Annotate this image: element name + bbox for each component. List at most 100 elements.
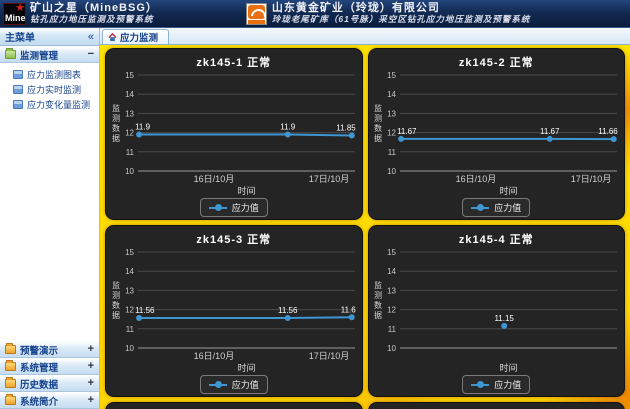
sidebar-section-history-data[interactable]: 历史数据 + <box>0 375 99 392</box>
section-label: 历史数据 <box>20 377 84 391</box>
svg-text:监: 监 <box>374 103 382 113</box>
svg-text:11.67: 11.67 <box>397 127 417 136</box>
company-logo-icon <box>246 3 267 25</box>
svg-text:16日/10月: 16日/10月 <box>193 351 234 361</box>
svg-text:据: 据 <box>112 133 120 143</box>
svg-text:测: 测 <box>374 291 382 300</box>
table-icon <box>13 85 23 94</box>
sidebar-section-system-intro[interactable]: 系统简介 + <box>0 392 99 409</box>
tab-label: 应力监测 <box>120 30 158 44</box>
svg-text:15: 15 <box>125 71 134 80</box>
company-subtitle: 玲珑老尾矿库（61号脉）采空区钻孔应力地压监测及预警系统 <box>272 15 530 25</box>
legend-marker-icon <box>471 204 489 211</box>
sidebar: 主菜单 « 监测管理 − 应力监测图表 应力实时监测 应力变化量监测 <box>0 28 100 409</box>
collapse-minus-button[interactable]: − <box>88 50 94 59</box>
chart-panel-zk145-1: zk145-1 正常 151413121110监测数据16日/10月17日/10… <box>105 48 363 220</box>
svg-text:13: 13 <box>125 109 134 118</box>
expand-plus-button[interactable]: + <box>88 379 94 388</box>
svg-text:12: 12 <box>125 306 134 315</box>
sidebar-section-monitor-mgmt[interactable]: 监测管理 − <box>0 46 99 63</box>
legend-stress-value[interactable]: 应力值 <box>200 198 268 217</box>
folder-icon <box>5 379 16 388</box>
svg-text:11.9: 11.9 <box>135 123 151 132</box>
legend-label: 应力值 <box>232 201 259 214</box>
svg-text:14: 14 <box>387 90 396 99</box>
sidebar-item-stress-chart[interactable]: 应力监测图表 <box>0 67 99 82</box>
home-icon <box>108 33 117 42</box>
svg-text:10: 10 <box>387 344 396 353</box>
legend-stress-value[interactable]: 应力值 <box>462 198 530 217</box>
legend-stress-value[interactable]: 应力值 <box>200 375 268 394</box>
svg-text:11.56: 11.56 <box>135 306 155 315</box>
legend-marker-icon <box>209 204 227 211</box>
sidebar-title: 主菜单 <box>5 29 35 44</box>
chart-title: zk145-4 正常 <box>459 231 534 246</box>
svg-text:时间: 时间 <box>237 185 255 196</box>
svg-text:15: 15 <box>387 248 396 257</box>
section-label: 系统简介 <box>20 394 84 408</box>
section-label: 监测管理 <box>20 48 84 62</box>
table-icon <box>13 70 23 79</box>
chart-panel-partial <box>368 402 626 409</box>
sidebar-section-warning-demo[interactable]: 预警演示 + <box>0 341 99 358</box>
svg-text:测: 测 <box>374 114 382 123</box>
sidebar-header: 主菜单 « <box>0 28 99 46</box>
sidebar-item-stress-realtime[interactable]: 应力实时监测 <box>0 82 99 97</box>
tree-item-label: 应力变化量监测 <box>27 98 90 111</box>
expand-plus-button[interactable]: + <box>88 362 94 371</box>
svg-text:据: 据 <box>374 310 382 320</box>
line-chart: 151413121110监测数据16日/10月17日/10月时间11.911.9… <box>108 69 360 197</box>
svg-text:11.15: 11.15 <box>495 314 515 323</box>
folder-icon <box>5 345 16 354</box>
line-chart: 151413121110监测数据16日/10月17日/10月时间11.5611.… <box>108 246 360 374</box>
svg-text:13: 13 <box>387 286 396 295</box>
svg-text:12: 12 <box>387 129 396 138</box>
svg-text:11: 11 <box>125 148 134 157</box>
sidebar-item-stress-delta[interactable]: 应力变化量监测 <box>0 97 99 112</box>
svg-text:10: 10 <box>387 167 396 176</box>
svg-text:时间: 时间 <box>500 185 518 196</box>
svg-text:11.66: 11.66 <box>599 127 619 136</box>
svg-text:数: 数 <box>374 123 382 133</box>
app-header: ★ Mine 矿山之星（MineBSG） 钻孔应力地压监测及预警系统 山东黄金矿… <box>0 0 630 28</box>
tab-stress-monitor[interactable]: 应力监测 <box>102 29 169 44</box>
logo-strip <box>248 20 265 24</box>
gold-swirl-icon <box>248 5 265 19</box>
sidebar-section-system-mgmt[interactable]: 系统管理 + <box>0 358 99 375</box>
svg-text:16日/10月: 16日/10月 <box>456 174 497 184</box>
chart-panel-zk145-2: zk145-2 正常 151413121110监测数据16日/10月17日/10… <box>368 48 626 220</box>
chart-panel-zk145-4: zk145-4 正常 151413121110监测数据时间11.15 应力值 <box>368 225 626 397</box>
svg-text:11.56: 11.56 <box>278 306 298 315</box>
table-icon <box>13 100 23 109</box>
svg-text:17日/10月: 17日/10月 <box>571 174 612 184</box>
dashboard-grid: zk145-1 正常 151413121110监测数据16日/10月17日/10… <box>100 45 630 409</box>
chart-title: zk145-1 正常 <box>196 54 271 69</box>
legend-marker-icon <box>471 381 489 388</box>
folder-icon <box>5 50 16 59</box>
svg-text:11.85: 11.85 <box>336 123 356 132</box>
svg-text:11: 11 <box>388 148 397 157</box>
tree-item-label: 应力监测图表 <box>27 68 81 81</box>
app-subtitle: 钻孔应力地压监测及预警系统 <box>30 15 158 25</box>
svg-text:16日/10月: 16日/10月 <box>193 174 234 184</box>
svg-text:14: 14 <box>387 267 396 276</box>
sidebar-collapse-button[interactable]: « <box>88 32 94 42</box>
main-area: 应力监测 zk145-1 正常 151413121110监测数据16日/10月1… <box>100 28 630 409</box>
svg-text:13: 13 <box>387 109 396 118</box>
svg-text:监: 监 <box>374 280 382 290</box>
svg-text:数: 数 <box>374 300 382 310</box>
chart-title: zk145-2 正常 <box>459 54 534 69</box>
logo-text: Mine <box>5 13 26 23</box>
legend-stress-value[interactable]: 应力值 <box>462 375 530 394</box>
svg-text:10: 10 <box>125 167 134 176</box>
svg-text:据: 据 <box>374 133 382 143</box>
expand-plus-button[interactable]: + <box>88 396 94 405</box>
mine-logo-icon: ★ Mine <box>3 3 26 25</box>
svg-text:17日/10月: 17日/10月 <box>308 351 349 361</box>
expand-plus-button[interactable]: + <box>88 345 94 354</box>
legend-label: 应力值 <box>494 201 521 214</box>
folder-icon <box>5 362 16 371</box>
svg-text:11.6: 11.6 <box>341 305 357 314</box>
svg-text:监: 监 <box>112 103 120 113</box>
section-label: 系统管理 <box>20 360 84 374</box>
